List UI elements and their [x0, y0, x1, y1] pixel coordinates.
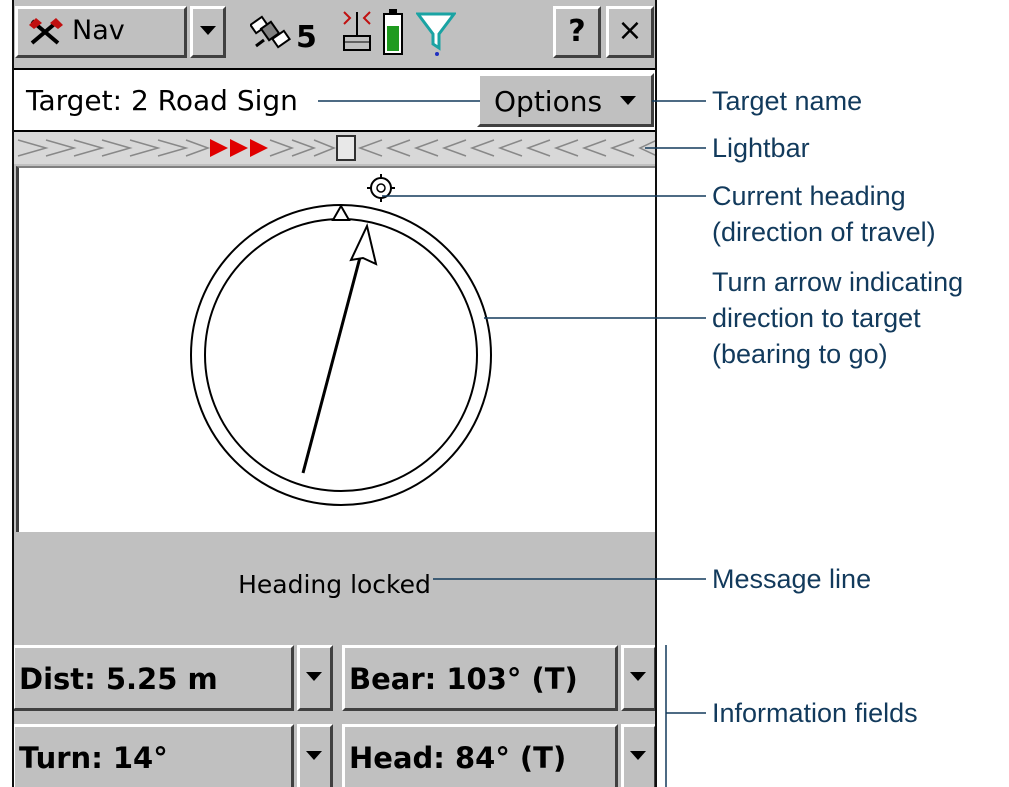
info-field-dist-dropdown[interactable]	[297, 645, 333, 711]
callout-turn-arrow-line2: direction to target	[712, 303, 921, 333]
message-line: Heading locked	[238, 570, 431, 599]
callout-turn-arrow-line1: Turn arrow indicating	[712, 267, 964, 297]
compass-inner-ring	[204, 218, 478, 492]
battery-icon[interactable]	[382, 8, 404, 56]
nav-tools-icon	[29, 18, 63, 45]
device-window: Nav 5 ? × Target: 2 Road Sign Options He…	[12, 0, 657, 787]
callout-current-heading: Current heading (direction of travel)	[712, 178, 936, 250]
target-name: Target: 2 Road Sign	[26, 84, 298, 117]
help-button[interactable]: ?	[553, 6, 601, 58]
callout-turn-arrow-line3: (bearing to go)	[712, 339, 888, 369]
nav-menu-button[interactable]: Nav	[15, 6, 187, 58]
info-field-label: Bear: 103° (T)	[349, 662, 578, 696]
message-area: Heading locked	[12, 532, 657, 632]
options-label: Options	[494, 85, 603, 118]
info-field-turn[interactable]: Turn: 14°	[12, 724, 294, 787]
info-field-label: Turn: 14°	[19, 741, 168, 775]
callout-information-fields: Information fields	[712, 698, 918, 728]
chevron-down-icon	[630, 751, 646, 760]
info-field-bear-dropdown[interactable]	[621, 645, 657, 711]
info-field-head[interactable]: Head: 84° (T)	[342, 724, 618, 787]
chevron-down-icon	[630, 672, 646, 681]
info-field-dist[interactable]: Dist: 5.25 m	[12, 645, 294, 711]
callout-target-name: Target name	[712, 86, 863, 116]
help-label: ?	[568, 14, 586, 49]
chevron-down-icon	[306, 751, 322, 760]
radio-antenna-icon[interactable]	[338, 8, 376, 54]
lightbar-graphic	[17, 135, 657, 161]
filter-icon[interactable]	[416, 10, 456, 58]
lightbar-center-marker	[336, 135, 356, 161]
nav-dropdown-button[interactable]	[190, 6, 226, 58]
info-field-label: Head: 84° (T)	[349, 741, 567, 775]
info-field-head-dropdown[interactable]	[621, 724, 657, 787]
chevron-down-icon	[620, 96, 636, 105]
satellite-count: 5	[296, 20, 317, 55]
nav-label: Nav	[72, 15, 125, 46]
target-row: Target: 2 Road Sign Options	[12, 68, 657, 132]
callout-lightbar: Lightbar	[712, 133, 810, 163]
chevron-down-icon	[200, 26, 216, 35]
callout-current-heading-line2: (direction of travel)	[712, 217, 936, 247]
close-icon: ×	[617, 13, 643, 48]
lightbar	[12, 132, 657, 164]
callout-turn-arrow: Turn arrow indicating direction to targe…	[712, 264, 963, 372]
info-field-bear[interactable]: Bear: 103° (T)	[342, 645, 618, 711]
device-border-left	[12, 0, 14, 787]
current-heading-icon	[367, 174, 395, 202]
info-field-turn-dropdown[interactable]	[297, 724, 333, 787]
options-button[interactable]: Options	[477, 73, 654, 127]
device-border-right	[655, 0, 657, 787]
callout-current-heading-line1: Current heading	[712, 181, 906, 211]
lightbar-red-arrows	[210, 139, 268, 157]
info-field-label: Dist: 5.25 m	[19, 662, 218, 696]
satellite-icon[interactable]	[250, 10, 292, 52]
compass-panel	[16, 166, 656, 532]
close-button[interactable]: ×	[606, 6, 654, 58]
title-bar: Nav 5 ? ×	[12, 0, 657, 65]
chevron-down-icon	[306, 672, 322, 681]
callout-message-line: Message line	[712, 564, 872, 594]
compass-graphic	[190, 174, 492, 506]
